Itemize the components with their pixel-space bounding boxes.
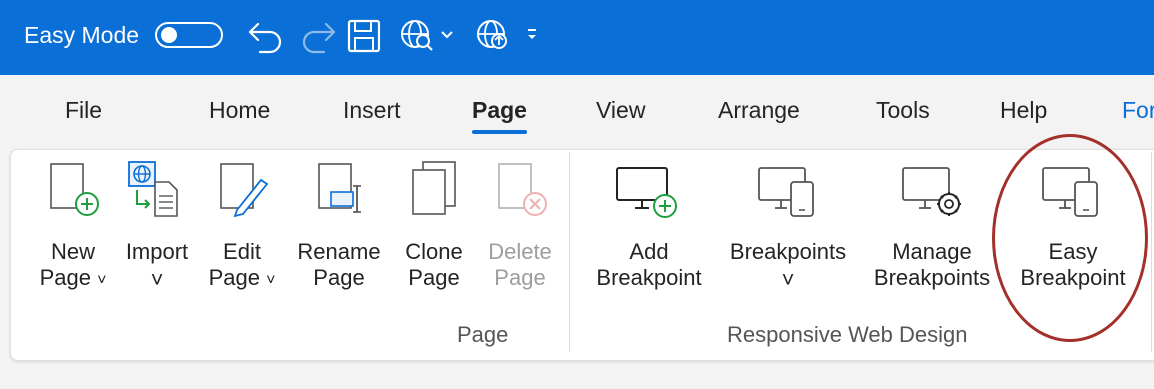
rename-page-button[interactable]: Rename Page — [291, 150, 387, 320]
new-page-button[interactable]: New Page ˅ — [33, 150, 113, 320]
preview-globe-icon[interactable] — [398, 16, 458, 54]
tab-tools[interactable]: Tools — [876, 90, 930, 130]
clone-page-icon — [407, 160, 463, 223]
rename-page-icon — [315, 162, 371, 223]
tab-page[interactable]: Page — [472, 90, 527, 134]
chevron-down-icon: ˅ — [781, 267, 795, 292]
redo-icon[interactable] — [298, 18, 338, 54]
ribbon-panel: New Page ˅ Import ˅ Edit Page ˅ Rename P… — [10, 149, 1154, 361]
breakpoints-label: Breakpoints — [729, 239, 847, 264]
delete-page-label-2: Page — [494, 265, 546, 290]
undo-icon[interactable] — [246, 18, 286, 54]
import-page-icon — [127, 160, 189, 227]
tab-file[interactable]: File — [65, 90, 102, 130]
chevron-down-icon: ˅ — [97, 272, 107, 289]
toggle-knob — [161, 27, 177, 43]
title-bar: Easy Mode — [0, 0, 1154, 75]
add-breakpoint-button[interactable]: Add Breakpoint — [585, 150, 713, 320]
edit-page-icon — [217, 162, 273, 223]
manage-breakpoints-label-2: Breakpoints — [873, 265, 991, 290]
delete-page-label-1: Delete — [488, 239, 552, 264]
manage-breakpoints-label-1: Manage — [892, 239, 972, 264]
easy-mode-label: Easy Mode — [24, 22, 140, 48]
publish-globe-icon[interactable] — [474, 16, 544, 54]
highlight-ring — [992, 134, 1148, 342]
import-button[interactable]: Import ˅ — [117, 150, 197, 320]
edit-page-label-1: Edit — [223, 239, 261, 264]
new-page-label-1: New — [50, 239, 95, 264]
delete-page-icon — [495, 162, 551, 223]
easy-mode-toggle[interactable] — [155, 22, 223, 48]
chevron-down-icon: ˅ — [266, 272, 276, 289]
rename-page-label-1: Rename — [297, 239, 381, 264]
group-separator — [569, 152, 570, 352]
responsive-group-label: Responsive Web Design — [727, 322, 968, 347]
clone-page-button[interactable]: Clone Page — [397, 150, 471, 320]
tab-help[interactable]: Help — [1000, 90, 1047, 130]
edit-page-label-2: Page ˅ — [208, 265, 276, 290]
manage-breakpoints-button[interactable]: Manage Breakpoints — [863, 150, 1001, 320]
clone-page-label-2: Page — [408, 265, 460, 290]
tab-home[interactable]: Home — [209, 90, 270, 130]
breakpoints-icon — [757, 164, 823, 225]
tab-format[interactable]: For — [1122, 90, 1154, 130]
page-group-label: Page — [457, 322, 509, 347]
tab-view[interactable]: View — [596, 90, 645, 130]
tab-arrange[interactable]: Arrange — [718, 90, 800, 130]
add-breakpoint-label-1: Add — [629, 239, 669, 264]
delete-page-button[interactable]: Delete Page — [481, 150, 559, 320]
ribbon-tabs: File Home Insert Page View Arrange Tools… — [0, 90, 1154, 140]
new-page-icon — [47, 162, 103, 223]
chevron-down-icon: ˅ — [150, 267, 164, 292]
edit-page-button[interactable]: Edit Page ˅ — [203, 150, 281, 320]
group-separator — [1151, 152, 1152, 352]
import-label: Import — [125, 239, 189, 264]
tab-insert[interactable]: Insert — [343, 90, 401, 130]
manage-breakpoints-icon — [901, 164, 967, 225]
new-page-label-2: Page ˅ — [39, 265, 107, 290]
add-breakpoint-icon — [615, 164, 681, 225]
save-icon[interactable] — [346, 18, 382, 54]
rename-page-label-2: Page — [313, 265, 365, 290]
add-breakpoint-label-2: Breakpoint — [596, 265, 702, 290]
breakpoints-button[interactable]: Breakpoints ˅ — [719, 150, 857, 320]
clone-page-label-1: Clone — [405, 239, 463, 264]
